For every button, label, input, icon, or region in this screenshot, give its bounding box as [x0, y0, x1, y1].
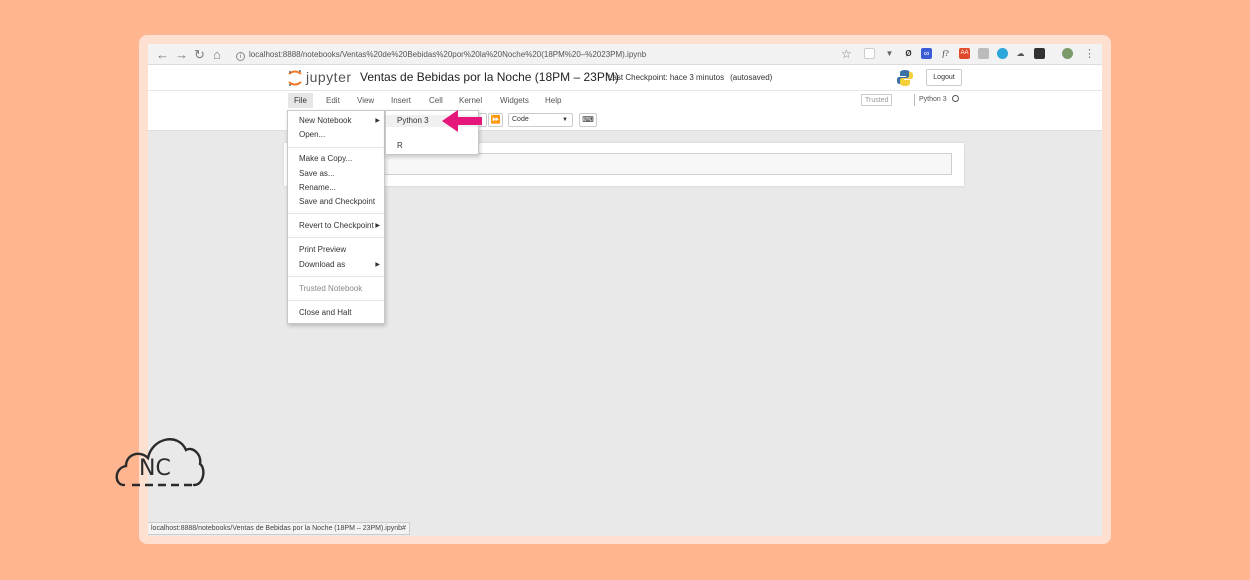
checkpoint-status: Last Checkpoint: hace 3 minutos (autosave… [608, 73, 772, 82]
jupyter-wordmark[interactable]: jupyter [306, 69, 352, 85]
address-bar[interactable]: i localhost:8888/notebooks/Ventas%20de%20… [236, 47, 856, 62]
menubar: File Edit View Insert Cell Kernel Widget… [148, 91, 1102, 110]
menu-edit[interactable]: Edit [320, 93, 346, 108]
cell-type-select[interactable]: Code ▼ [508, 113, 573, 127]
file-menu-new-notebook[interactable]: New Notebook ▶ [299, 115, 385, 127]
file-menu-revert-checkpoint[interactable]: Revert to Checkpoint ▶ [299, 220, 385, 232]
browser-toolbar: ← → ↻ ⌂ i localhost:8888/notebooks/Ventas… [148, 44, 1102, 65]
submenu-arrow-icon: ▶ [375, 262, 380, 268]
menu-widgets[interactable]: Widgets [494, 93, 535, 108]
notebook-title[interactable]: Ventas de Bebidas por la Noche (18PM – 2… [360, 70, 619, 84]
menu-file[interactable]: File [288, 93, 313, 108]
extension-v-icon[interactable]: ▼ [884, 48, 895, 59]
submenu-r[interactable]: R [397, 140, 403, 152]
profile-avatar[interactable] [1062, 48, 1073, 59]
submenu-arrow-icon: ▶ [375, 118, 380, 124]
file-menu-print-preview[interactable]: Print Preview [299, 244, 346, 256]
watermark-text: NC [139, 456, 171, 481]
restart-run-all-icon[interactable]: ⏩ [488, 113, 503, 127]
menu-divider [288, 276, 384, 277]
file-menu-trusted-notebook: Trusted Notebook [299, 284, 363, 293]
extension-dark-icon[interactable] [1034, 48, 1045, 59]
extension-blue-icon[interactable]: ∞ [921, 48, 932, 59]
file-menu-save-as[interactable]: Save as... [299, 168, 335, 180]
code-cell-input[interactable] [382, 153, 952, 175]
extension-globe-icon[interactable] [997, 48, 1008, 59]
file-menu-item-label: Revert to Checkpoint [299, 221, 374, 230]
menu-divider [288, 237, 384, 238]
nc-cloud-logo: NC [115, 438, 205, 487]
extension-red-icon[interactable]: AA [959, 48, 970, 59]
file-menu-download-as[interactable]: Download as ▶ [299, 259, 385, 271]
extension-doc-icon[interactable] [978, 48, 989, 59]
file-menu-save-checkpoint[interactable]: Save and Checkpoint [299, 196, 375, 208]
menu-divider [288, 147, 384, 148]
reload-icon[interactable]: ↻ [194, 46, 205, 63]
cell-type-value: Code [512, 116, 529, 123]
logout-button[interactable]: Logout [926, 69, 962, 86]
browser-window: ← → ↻ ⌂ i localhost:8888/notebooks/Ventas… [148, 44, 1102, 536]
extension-slash-icon[interactable]: Ø [903, 48, 914, 59]
file-menu-rename[interactable]: Rename... [299, 182, 336, 194]
menu-divider [288, 300, 384, 301]
address-text: localhost:8888/notebooks/Ventas%20de%20B… [249, 50, 647, 59]
kernel-name: Python 3 [919, 96, 947, 103]
trusted-badge[interactable]: Trusted [861, 94, 893, 106]
file-menu-dropdown: New Notebook ▶ Open... Make a Copy... Sav… [287, 110, 385, 324]
extension-icon[interactable] [864, 48, 875, 59]
select-caret-icon: ▼ [562, 117, 568, 123]
bookmark-star-icon[interactable]: ☆ [841, 46, 852, 63]
menu-view[interactable]: View [351, 93, 380, 108]
file-menu-open[interactable]: Open... [299, 129, 325, 141]
file-menu-item-label: Download as [299, 260, 346, 269]
kernel-idle-icon [951, 95, 959, 102]
autosave-status: (autosaved) [730, 73, 773, 82]
jupyter-logo-icon[interactable] [287, 69, 303, 87]
file-menu-close-halt[interactable]: Close and Halt [299, 307, 351, 319]
menu-help[interactable]: Help [539, 93, 567, 108]
python-logo-icon [897, 70, 913, 86]
checkpoint-text: Last Checkpoint: hace 3 minutos [608, 73, 725, 82]
browser-menu-icon[interactable]: ⋮ [1084, 46, 1095, 63]
menu-divider [288, 213, 384, 214]
menu-kernel[interactable]: Kernel [453, 93, 488, 108]
kernel-indicator: Python 3 [914, 94, 959, 106]
extension-formula-icon[interactable]: f? [940, 48, 951, 59]
back-icon[interactable]: ← [156, 46, 169, 63]
keyboard-shortcuts-icon[interactable]: ⌨ [579, 113, 597, 127]
notebook-header: jupyter Ventas de Bebidas por la Noche (… [148, 65, 1102, 91]
file-menu-make-copy[interactable]: Make a Copy... [299, 153, 352, 165]
info-icon[interactable]: i [236, 52, 245, 61]
menu-cell[interactable]: Cell [423, 93, 449, 108]
home-icon[interactable]: ⌂ [213, 46, 221, 63]
status-bar-url: localhost:8888/notebooks/Ventas de Bebid… [148, 522, 410, 535]
annotation-arrow-icon [442, 110, 482, 132]
submenu-arrow-icon: ▶ [375, 223, 380, 229]
file-menu-item-label: New Notebook [299, 116, 352, 125]
forward-icon[interactable]: → [175, 46, 188, 63]
extension-cloud-icon[interactable]: ☁ [1015, 48, 1026, 59]
menu-insert[interactable]: Insert [385, 93, 417, 108]
